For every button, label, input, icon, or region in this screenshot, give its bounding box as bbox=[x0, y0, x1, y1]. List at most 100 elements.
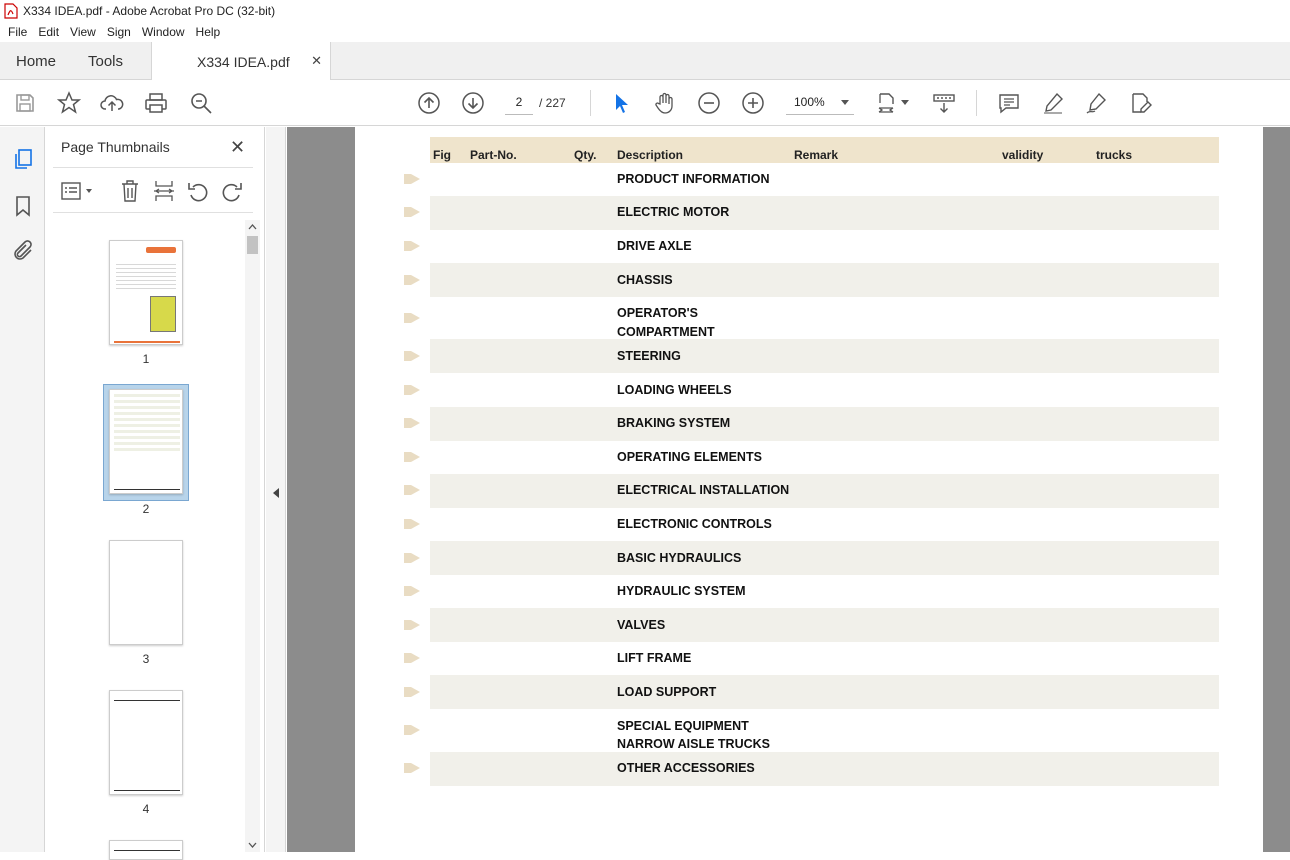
page-thumbnails-icon[interactable] bbox=[11, 147, 35, 171]
table-row[interactable]: PRODUCT INFORMATION bbox=[617, 170, 770, 189]
row-arrow-icon[interactable] bbox=[403, 585, 421, 597]
search-zoom-icon[interactable] bbox=[189, 91, 213, 115]
tab-document[interactable]: X334 IDEA.pdf ✕ bbox=[151, 42, 331, 81]
page-number-input[interactable]: 2 bbox=[505, 91, 533, 115]
hand-tool-icon[interactable] bbox=[653, 91, 677, 115]
zoom-in-icon[interactable] bbox=[741, 91, 765, 115]
thumbnail-page-4[interactable] bbox=[109, 690, 183, 795]
rotate-left-icon[interactable] bbox=[187, 179, 209, 203]
row-arrow-icon[interactable] bbox=[403, 206, 421, 218]
collapse-panel-icon[interactable] bbox=[272, 487, 280, 499]
page-fit-dropdown-icon[interactable] bbox=[901, 100, 909, 106]
menu-sign[interactable]: Sign bbox=[107, 25, 131, 39]
scroll-mode-icon[interactable] bbox=[932, 91, 956, 115]
table-row[interactable]: BASIC HYDRAULICS bbox=[617, 549, 741, 568]
row-arrow-icon[interactable] bbox=[403, 619, 421, 631]
scroll-down-icon[interactable] bbox=[248, 842, 257, 849]
next-page-icon[interactable] bbox=[461, 91, 485, 115]
extract-page-icon[interactable] bbox=[153, 179, 175, 203]
table-row[interactable]: OPERATING ELEMENTS bbox=[617, 448, 762, 467]
row-arrow-icon[interactable] bbox=[403, 724, 421, 736]
thumbnail-page-5-partial[interactable] bbox=[109, 840, 183, 860]
table-row-band bbox=[430, 474, 1219, 508]
row-arrow-icon[interactable] bbox=[403, 451, 421, 463]
row-arrow-icon[interactable] bbox=[403, 312, 421, 324]
print-icon[interactable] bbox=[144, 91, 168, 115]
row-arrow-icon[interactable] bbox=[403, 762, 421, 774]
table-row[interactable]: SPECIAL EQUIPMENT bbox=[617, 717, 749, 736]
bookmark-star-icon[interactable] bbox=[57, 91, 81, 115]
window-title: X334 IDEA.pdf - Adobe Acrobat Pro DC (32… bbox=[23, 4, 276, 18]
row-arrow-icon[interactable] bbox=[403, 274, 421, 286]
menu-file[interactable]: File bbox=[8, 25, 27, 39]
menu-window[interactable]: Window bbox=[142, 25, 185, 39]
page-fit-icon[interactable] bbox=[876, 91, 900, 115]
row-arrow-icon[interactable] bbox=[403, 240, 421, 252]
thumbnail-label-1: 1 bbox=[142, 352, 150, 366]
tab-tools[interactable]: Tools bbox=[88, 42, 123, 80]
table-row[interactable]: ELECTRICAL INSTALLATION bbox=[617, 481, 789, 500]
zoom-level-value: 100% bbox=[794, 95, 825, 109]
page-total: / 227 bbox=[539, 96, 566, 110]
row-arrow-icon[interactable] bbox=[403, 417, 421, 429]
toolbar-divider bbox=[590, 90, 591, 116]
row-arrow-icon[interactable] bbox=[403, 484, 421, 496]
table-row[interactable]: VALVES bbox=[617, 616, 665, 635]
close-tab-icon[interactable]: ✕ bbox=[311, 53, 322, 69]
select-pointer-icon[interactable] bbox=[609, 91, 633, 115]
thumbnail-header-line bbox=[114, 695, 180, 701]
attachment-paperclip-icon[interactable] bbox=[11, 239, 35, 263]
table-row[interactable]: OPERATOR'S bbox=[617, 304, 698, 323]
table-row[interactable]: ELECTRONIC CONTROLS bbox=[617, 515, 772, 534]
row-arrow-icon[interactable] bbox=[403, 652, 421, 664]
row-arrow-icon[interactable] bbox=[403, 350, 421, 362]
thumbnail-toolbar bbox=[53, 167, 253, 213]
table-row-band bbox=[430, 263, 1219, 297]
row-arrow-icon[interactable] bbox=[403, 384, 421, 396]
thumbnail-options-icon[interactable] bbox=[61, 180, 95, 202]
row-arrow-icon[interactable] bbox=[403, 518, 421, 530]
previous-page-icon[interactable] bbox=[417, 91, 441, 115]
rotate-right-icon[interactable] bbox=[221, 179, 243, 203]
bookmarks-icon[interactable] bbox=[11, 194, 35, 218]
menu-view[interactable]: View bbox=[70, 25, 96, 39]
table-row-band bbox=[430, 608, 1219, 642]
save-icon[interactable] bbox=[13, 91, 37, 115]
delete-page-icon[interactable] bbox=[119, 179, 141, 203]
comment-icon[interactable] bbox=[997, 91, 1021, 115]
draw-signature-icon[interactable] bbox=[1085, 91, 1109, 115]
zoom-level-select[interactable]: 100% bbox=[786, 91, 854, 115]
thumbnail-page-1[interactable] bbox=[109, 240, 183, 345]
table-row[interactable]: HYDRAULIC SYSTEM bbox=[617, 582, 745, 601]
table-row[interactable]: LIFT FRAME bbox=[617, 649, 691, 668]
thumbnail-page-2[interactable] bbox=[109, 389, 183, 494]
table-row[interactable]: ELECTRIC MOTOR bbox=[617, 203, 729, 222]
close-panel-icon[interactable]: ✕ bbox=[230, 137, 245, 158]
zoom-out-icon[interactable] bbox=[697, 91, 721, 115]
thumbnail-page-3[interactable] bbox=[109, 540, 183, 645]
header-remark: Remark bbox=[794, 148, 839, 162]
table-row[interactable]: LOAD SUPPORT bbox=[617, 683, 716, 702]
panel-collapse-strip[interactable] bbox=[266, 127, 286, 852]
thumbnail-scrollbar[interactable] bbox=[245, 220, 260, 852]
fill-sign-icon[interactable] bbox=[1129, 91, 1153, 115]
scrollbar-thumb[interactable] bbox=[247, 236, 258, 254]
table-row[interactable]: BRAKING SYSTEM bbox=[617, 414, 730, 433]
tab-home[interactable]: Home bbox=[16, 42, 56, 80]
table-row[interactable]: STEERING bbox=[617, 347, 681, 366]
thumbnail-label-3: 3 bbox=[142, 652, 150, 666]
menu-help[interactable]: Help bbox=[196, 25, 221, 39]
table-row[interactable]: CHASSIS bbox=[617, 271, 673, 290]
row-arrow-icon[interactable] bbox=[403, 552, 421, 564]
table-row-band bbox=[430, 407, 1219, 441]
menu-edit[interactable]: Edit bbox=[38, 25, 59, 39]
scroll-up-icon[interactable] bbox=[248, 223, 257, 230]
table-row[interactable]: LOADING WHEELS bbox=[617, 381, 732, 400]
table-row[interactable]: OTHER ACCESSORIES bbox=[617, 759, 755, 778]
upload-cloud-icon[interactable] bbox=[100, 91, 124, 115]
row-arrow-icon[interactable] bbox=[403, 686, 421, 698]
panel-title: Page Thumbnails bbox=[61, 139, 170, 155]
row-arrow-icon[interactable] bbox=[403, 173, 421, 185]
highlight-pen-icon[interactable] bbox=[1041, 91, 1065, 115]
table-row[interactable]: DRIVE AXLE bbox=[617, 237, 692, 256]
